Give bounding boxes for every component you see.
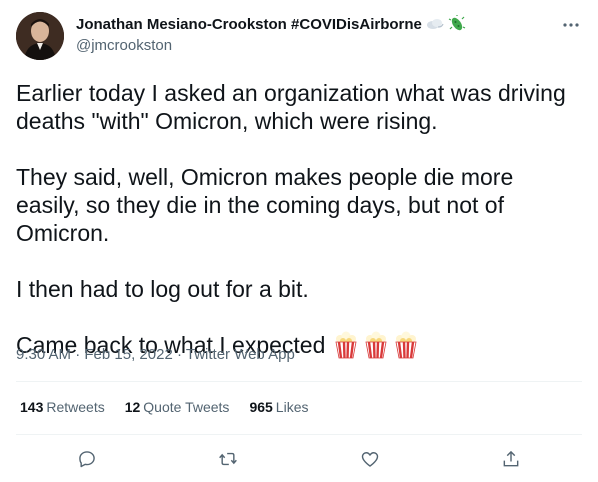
likes-stat[interactable]: 965 Likes: [249, 399, 308, 415]
wind-icon: [426, 16, 444, 32]
retweet-icon: [219, 452, 238, 466]
popcorn-icon: [395, 331, 417, 359]
ellipsis-icon: [563, 23, 579, 27]
reply-icon: [78, 451, 95, 468]
divider: [16, 381, 582, 382]
retweets-label: Retweets: [46, 399, 105, 415]
tweet-actions: [16, 436, 582, 482]
tweet-paragraph: They said, well, Omicron makes people di…: [16, 163, 582, 247]
tweet-paragraph-text: They said, well, Omicron makes people di…: [16, 164, 514, 246]
tweet-date[interactable]: Feb 15, 2022: [84, 346, 172, 363]
tweet-stats: 143 Retweets 12 Quote Tweets 965 Likes: [20, 399, 308, 415]
popcorn-emojis: [333, 331, 419, 359]
divider: [16, 434, 582, 435]
avatar-photo-icon: [16, 12, 64, 60]
popcorn-icon: [335, 331, 357, 359]
tweet-paragraph-text: I then had to log out for a bit.: [16, 276, 309, 302]
tweet-source[interactable]: Twitter Web App: [186, 346, 295, 363]
quote-tweets-stat[interactable]: 12 Quote Tweets: [125, 399, 230, 415]
quote-tweets-count: 12: [124, 399, 141, 415]
retweet-button[interactable]: [210, 441, 246, 477]
tweet-time[interactable]: 9:30 AM: [16, 346, 71, 363]
tweet-paragraph: Earlier today I asked an organization wh…: [16, 79, 582, 135]
like-icon: [361, 452, 378, 467]
share-button[interactable]: [493, 441, 529, 477]
tweet-paragraph-text: Earlier today I asked an organization wh…: [16, 80, 566, 134]
avatar[interactable]: [16, 12, 64, 60]
more-options-button[interactable]: [560, 14, 582, 36]
author-display-name[interactable]: Jonathan Mesiano-Crookston #COVIDisAirbo…: [76, 16, 422, 33]
author-name-row[interactable]: Jonathan Mesiano-Crookston #COVIDisAirbo…: [76, 15, 466, 33]
tweet-meta: 9:30 AM · Feb 15, 2022 · Twitter Web App: [16, 346, 295, 363]
share-icon: [503, 450, 519, 467]
tweet-paragraph: I then had to log out for a bit.: [16, 275, 582, 303]
author-handle[interactable]: @jmcrookston: [76, 37, 172, 54]
retweets-count: 143: [20, 399, 44, 415]
retweets-stat[interactable]: 143 Retweets: [20, 399, 105, 415]
reply-button[interactable]: [69, 441, 105, 477]
microbe-icon: [448, 15, 466, 33]
meta-separator: ·: [172, 346, 186, 363]
popcorn-icon: [365, 331, 387, 359]
quote-tweets-label: Quote Tweets: [143, 399, 230, 415]
tweet-text: Earlier today I asked an organization wh…: [16, 79, 582, 359]
meta-separator: ·: [71, 346, 85, 363]
likes-count: 965: [249, 399, 273, 415]
likes-label: Likes: [275, 399, 309, 415]
tweet-card: Jonathan Mesiano-Crookston #COVIDisAirbo…: [0, 0, 598, 482]
like-button[interactable]: [352, 441, 388, 477]
